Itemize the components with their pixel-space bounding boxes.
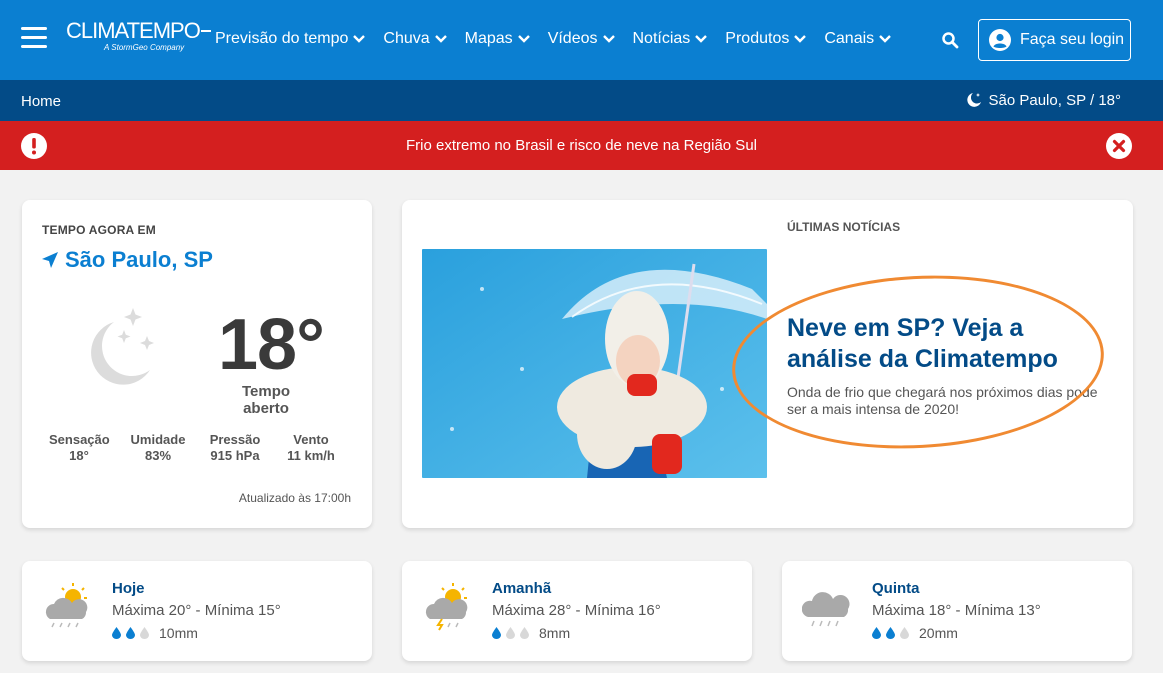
- search-icon[interactable]: [941, 31, 959, 49]
- woman-umbrella-photo: [422, 249, 767, 478]
- forecast-rain: 10mm: [112, 625, 198, 641]
- close-icon[interactable]: [1106, 133, 1132, 159]
- chevron-down-icon: [695, 35, 708, 43]
- nav-item-noticias[interactable]: Notícias: [633, 30, 709, 48]
- news-headline[interactable]: Neve em SP? Veja a análise da Climatempo: [787, 313, 1077, 375]
- chevron-down-icon: [517, 35, 530, 43]
- raindrop-icon: [112, 627, 121, 639]
- stat-pressao: Pressão 915 hPa: [209, 432, 261, 463]
- logo-subtitle: A StormGeo Company: [104, 43, 185, 52]
- moon-stars-icon: [91, 308, 154, 385]
- logo[interactable]: CLIMATEMPO A StormGeo Company: [66, 20, 211, 52]
- stat-vento: Vento 11 km/h: [287, 432, 335, 463]
- news-card: ÚLTIMAS NOTÍCIAS Neve em SP? Veja a anál…: [402, 200, 1133, 528]
- current-location-label: São Paulo, SP / 18°: [988, 91, 1121, 109]
- forecast-card-quinta[interactable]: Quinta Máxima 18° - Mínima 13° 20mm: [782, 561, 1132, 661]
- nav-item-canais[interactable]: Canais: [824, 30, 892, 48]
- city-link[interactable]: São Paulo, SP: [40, 247, 213, 273]
- raindrop-icon: [126, 627, 135, 639]
- nav-item-chuva[interactable]: Chuva: [383, 30, 447, 48]
- forecast-card-amanha[interactable]: Amanhã Máxima 28° - Mínima 16° 8mm: [402, 561, 752, 661]
- main-nav: Previsão do tempo Chuva Mapas Vídeos Not…: [215, 30, 909, 48]
- location-arrow-icon: [42, 252, 58, 268]
- sun-cloud-storm-icon: [425, 583, 468, 631]
- news-image[interactable]: [422, 249, 767, 478]
- menu-icon[interactable]: [21, 27, 47, 49]
- nav-item-videos[interactable]: Vídeos: [548, 30, 616, 48]
- forecast-rain: 8mm: [492, 625, 570, 641]
- news-section-label: ÚLTIMAS NOTÍCIAS: [787, 220, 901, 234]
- chevron-down-icon: [879, 35, 892, 43]
- breadcrumb-home[interactable]: Home: [21, 93, 61, 110]
- raindrop-icon: [872, 627, 881, 639]
- raindrop-icon: [140, 627, 149, 639]
- stat-umidade: Umidade 83%: [130, 432, 186, 463]
- raindrop-icon: [900, 627, 909, 639]
- chevron-down-icon: [794, 35, 807, 43]
- moon-stars-icon: [966, 93, 981, 107]
- current-temperature: 18°: [218, 305, 325, 385]
- user-icon: [989, 29, 1011, 51]
- forecast-range: Máxima 28° - Mínima 16°: [492, 602, 661, 619]
- logo-name: CLIMATEMPO: [66, 18, 201, 43]
- cloud-rain-icon: [802, 592, 850, 627]
- chevron-down-icon: [353, 35, 366, 43]
- forecast-range: Máxima 18° - Mínima 13°: [872, 602, 1041, 619]
- nav-item-previsao[interactable]: Previsão do tempo: [215, 30, 366, 48]
- chevron-down-icon: [434, 35, 447, 43]
- forecast-day: Quinta: [872, 580, 920, 597]
- city-name: São Paulo, SP: [65, 247, 213, 272]
- alert-message[interactable]: Frio extremo no Brasil e risco de neve n…: [0, 137, 1163, 154]
- forecast-rain-amount: 20mm: [919, 625, 958, 641]
- raindrop-icon: [520, 627, 529, 639]
- nav-item-produtos[interactable]: Produtos: [725, 30, 807, 48]
- alert-banner: Frio extremo no Brasil e risco de neve n…: [0, 121, 1163, 170]
- sun-cloud-rain-icon: [45, 583, 88, 628]
- stat-sensacao: Sensação 18°: [49, 432, 110, 463]
- current-location[interactable]: São Paulo, SP / 18°: [965, 91, 1121, 109]
- forecast-rain: 20mm: [872, 625, 958, 641]
- current-weather-card: TEMPO AGORA EM São Paulo, SP 18° Tempo a…: [22, 200, 372, 528]
- updated-time: Atualizado às 17:00h: [238, 491, 351, 505]
- forecast-card-hoje[interactable]: Hoje Máxima 20° - Mínima 15° 10mm: [22, 561, 372, 661]
- raindrop-icon: [886, 627, 895, 639]
- current-condition: Tempo aberto: [241, 383, 291, 417]
- nav-item-mapas[interactable]: Mapas: [465, 30, 531, 48]
- top-header: CLIMATEMPO A StormGeo Company Previsão d…: [0, 0, 1163, 80]
- forecast-day: Hoje: [112, 580, 145, 597]
- forecast-rain-amount: 8mm: [539, 625, 571, 641]
- news-description: Onda de frio que chegará nos próximos di…: [787, 384, 1098, 417]
- current-weather-label: TEMPO AGORA EM: [42, 223, 156, 237]
- forecast-range: Máxima 20° - Mínima 15°: [112, 602, 281, 619]
- raindrop-icon: [492, 627, 501, 639]
- chevron-down-icon: [602, 35, 615, 43]
- login-label: Faça seu login: [1020, 31, 1125, 48]
- forecast-rain-amount: 10mm: [159, 625, 198, 641]
- raindrop-icon: [506, 627, 515, 639]
- login-button[interactable]: Faça seu login: [978, 19, 1131, 61]
- forecast-day: Amanhã: [492, 580, 552, 597]
- breadcrumb: Home São Paulo, SP / 18°: [0, 80, 1163, 121]
